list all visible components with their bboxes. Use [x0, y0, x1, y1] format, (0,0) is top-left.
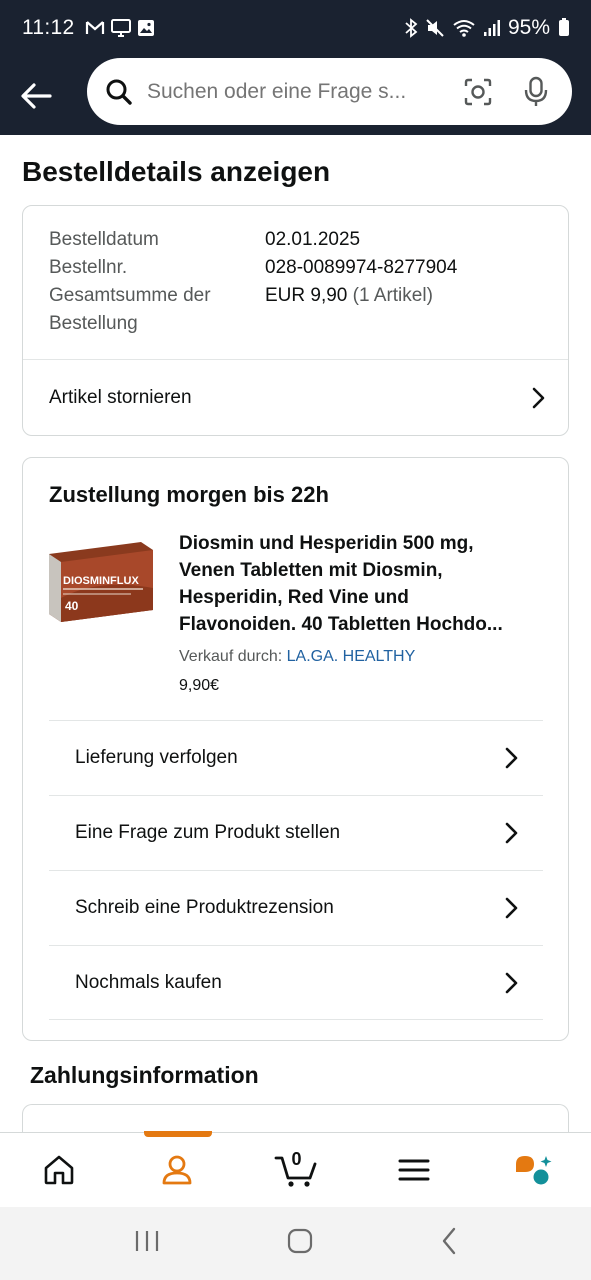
search-icon — [106, 79, 132, 105]
order-total-value: EUR 9,90 (1 Artikel) — [265, 282, 433, 338]
search-bar[interactable] — [87, 58, 572, 125]
status-right: 95% — [404, 16, 569, 40]
back-button[interactable] — [6, 66, 66, 126]
chevron-left-icon — [442, 1227, 455, 1255]
order-date-value: 02.01.2025 — [265, 229, 361, 250]
product-price: 9,90€ — [179, 677, 220, 694]
action-label: Nochmals kaufen — [75, 972, 222, 993]
back-system-button[interactable] — [440, 1227, 458, 1260]
payment-section-title: Zahlungsinformation — [30, 1062, 259, 1088]
nav-account[interactable] — [118, 1131, 236, 1207]
status-time: 11:12 — [22, 16, 75, 39]
nav-menu[interactable] — [355, 1133, 473, 1207]
shipment-card: Zustellung morgen bis 22h DIOSMINFLUX 40… — [22, 457, 569, 1041]
buy-again-link[interactable]: Nochmals kaufen — [49, 945, 543, 1020]
product-title-link[interactable]: Diosmin und Hesperidin 500 mg, Venen Tab… — [179, 530, 549, 638]
recent-apps-icon — [135, 1231, 158, 1251]
nav-active-indicator — [144, 1131, 213, 1137]
menu-icon — [398, 1159, 430, 1181]
bottom-nav: 0 — [0, 1131, 591, 1207]
order-number-row: Bestellnr. 028-0089974-8277904 — [49, 254, 549, 282]
voice-search-button[interactable] — [514, 70, 558, 114]
microphone-icon — [524, 76, 548, 106]
order-total-amount: EUR 9,90 — [265, 285, 348, 306]
delivery-status: Zustellung morgen bis 22h — [49, 482, 329, 507]
recent-apps-button[interactable] — [134, 1229, 160, 1258]
chevron-right-icon — [505, 822, 518, 844]
battery-icon — [559, 18, 569, 36]
order-number-value: 028-0089974-8277904 — [265, 257, 458, 278]
signal-icon — [483, 20, 500, 36]
seller-link[interactable]: LA.GA. HEALTHY — [287, 648, 416, 665]
seller-label: Verkauf durch: — [179, 648, 283, 665]
search-header — [0, 56, 591, 135]
gmail-icon — [85, 21, 104, 34]
order-total-row: Gesamtsumme der Bestellung EUR 9,90 (1 A… — [49, 282, 549, 338]
home-system-button[interactable] — [287, 1228, 313, 1259]
home-icon — [44, 1155, 74, 1185]
cancel-items-label: Artikel stornieren — [49, 387, 192, 408]
order-date-row: Bestelldatum 02.01.2025 — [49, 226, 549, 254]
product-title-line: Flavonoiden. 40 Tabletten Hochdo... — [179, 614, 503, 635]
rufus-icon — [515, 1156, 552, 1185]
arrow-left-icon — [21, 82, 52, 109]
order-date-label: Bestelldatum — [49, 229, 159, 250]
image-icon — [137, 20, 154, 36]
order-summary-card: Bestelldatum 02.01.2025 Bestellnr. 028-0… — [22, 205, 569, 436]
status-bar: 11:12 95% — [0, 0, 591, 56]
seller-info: Verkauf durch: LA.GA. HEALTHY — [179, 648, 415, 666]
product-image-brand: DIOSMINFLUX — [63, 575, 139, 587]
product-title-line: Diosmin und Hesperidin 500 mg, — [179, 533, 474, 554]
order-total-label-line2: Bestellung — [49, 313, 138, 334]
cancel-items-link[interactable]: Artikel stornieren — [23, 360, 568, 436]
product-title-line: Venen Tabletten mit Diosmin, — [179, 560, 443, 581]
action-label: Eine Frage zum Produkt stellen — [75, 822, 341, 843]
system-nav-bar — [0, 1207, 591, 1280]
divider — [49, 1019, 543, 1020]
chevron-right-icon — [532, 387, 545, 409]
action-label: Lieferung verfolgen — [75, 747, 238, 768]
account-icon — [162, 1155, 192, 1185]
nav-cart[interactable]: 0 — [236, 1133, 354, 1207]
camera-search-button[interactable] — [456, 70, 500, 114]
order-info: Bestelldatum 02.01.2025 Bestellnr. 028-0… — [49, 226, 549, 338]
product-title-line: Hesperidin, Red Vine und — [179, 587, 409, 608]
product-image-count: 40 — [65, 599, 79, 613]
mute-icon — [426, 19, 444, 37]
order-total-items: (1 Artikel) — [352, 285, 433, 306]
search-input[interactable] — [147, 79, 456, 104]
home-circle-icon — [287, 1228, 312, 1254]
wifi-icon — [453, 20, 475, 37]
cart-count: 0 — [291, 1149, 302, 1169]
ask-product-question-link[interactable]: Eine Frage zum Produkt stellen — [49, 795, 543, 870]
order-total-label: Gesamtsumme der Bestellung — [49, 282, 265, 338]
order-total-label-line1: Gesamtsumme der — [49, 285, 211, 306]
nav-rufus-assistant[interactable] — [473, 1133, 591, 1207]
chevron-right-icon — [505, 897, 518, 919]
nav-home[interactable] — [0, 1133, 118, 1207]
camera-lens-icon — [464, 78, 492, 105]
product-image[interactable]: DIOSMINFLUX 40 — [49, 538, 153, 624]
write-review-link[interactable]: Schreib eine Produktrezension — [49, 870, 543, 945]
order-number-label: Bestellnr. — [49, 257, 128, 278]
action-label: Schreib eine Produktrezension — [75, 897, 334, 918]
screen-icon — [110, 19, 131, 37]
page-title: Bestelldetails anzeigen — [22, 156, 331, 187]
chevron-right-icon — [505, 747, 518, 769]
bluetooth-icon — [405, 18, 418, 38]
battery-level: 95% — [507, 16, 550, 39]
status-notification-icons — [85, 19, 155, 37]
track-package-link[interactable]: Lieferung verfolgen — [49, 720, 543, 795]
chevron-right-icon — [505, 972, 518, 994]
